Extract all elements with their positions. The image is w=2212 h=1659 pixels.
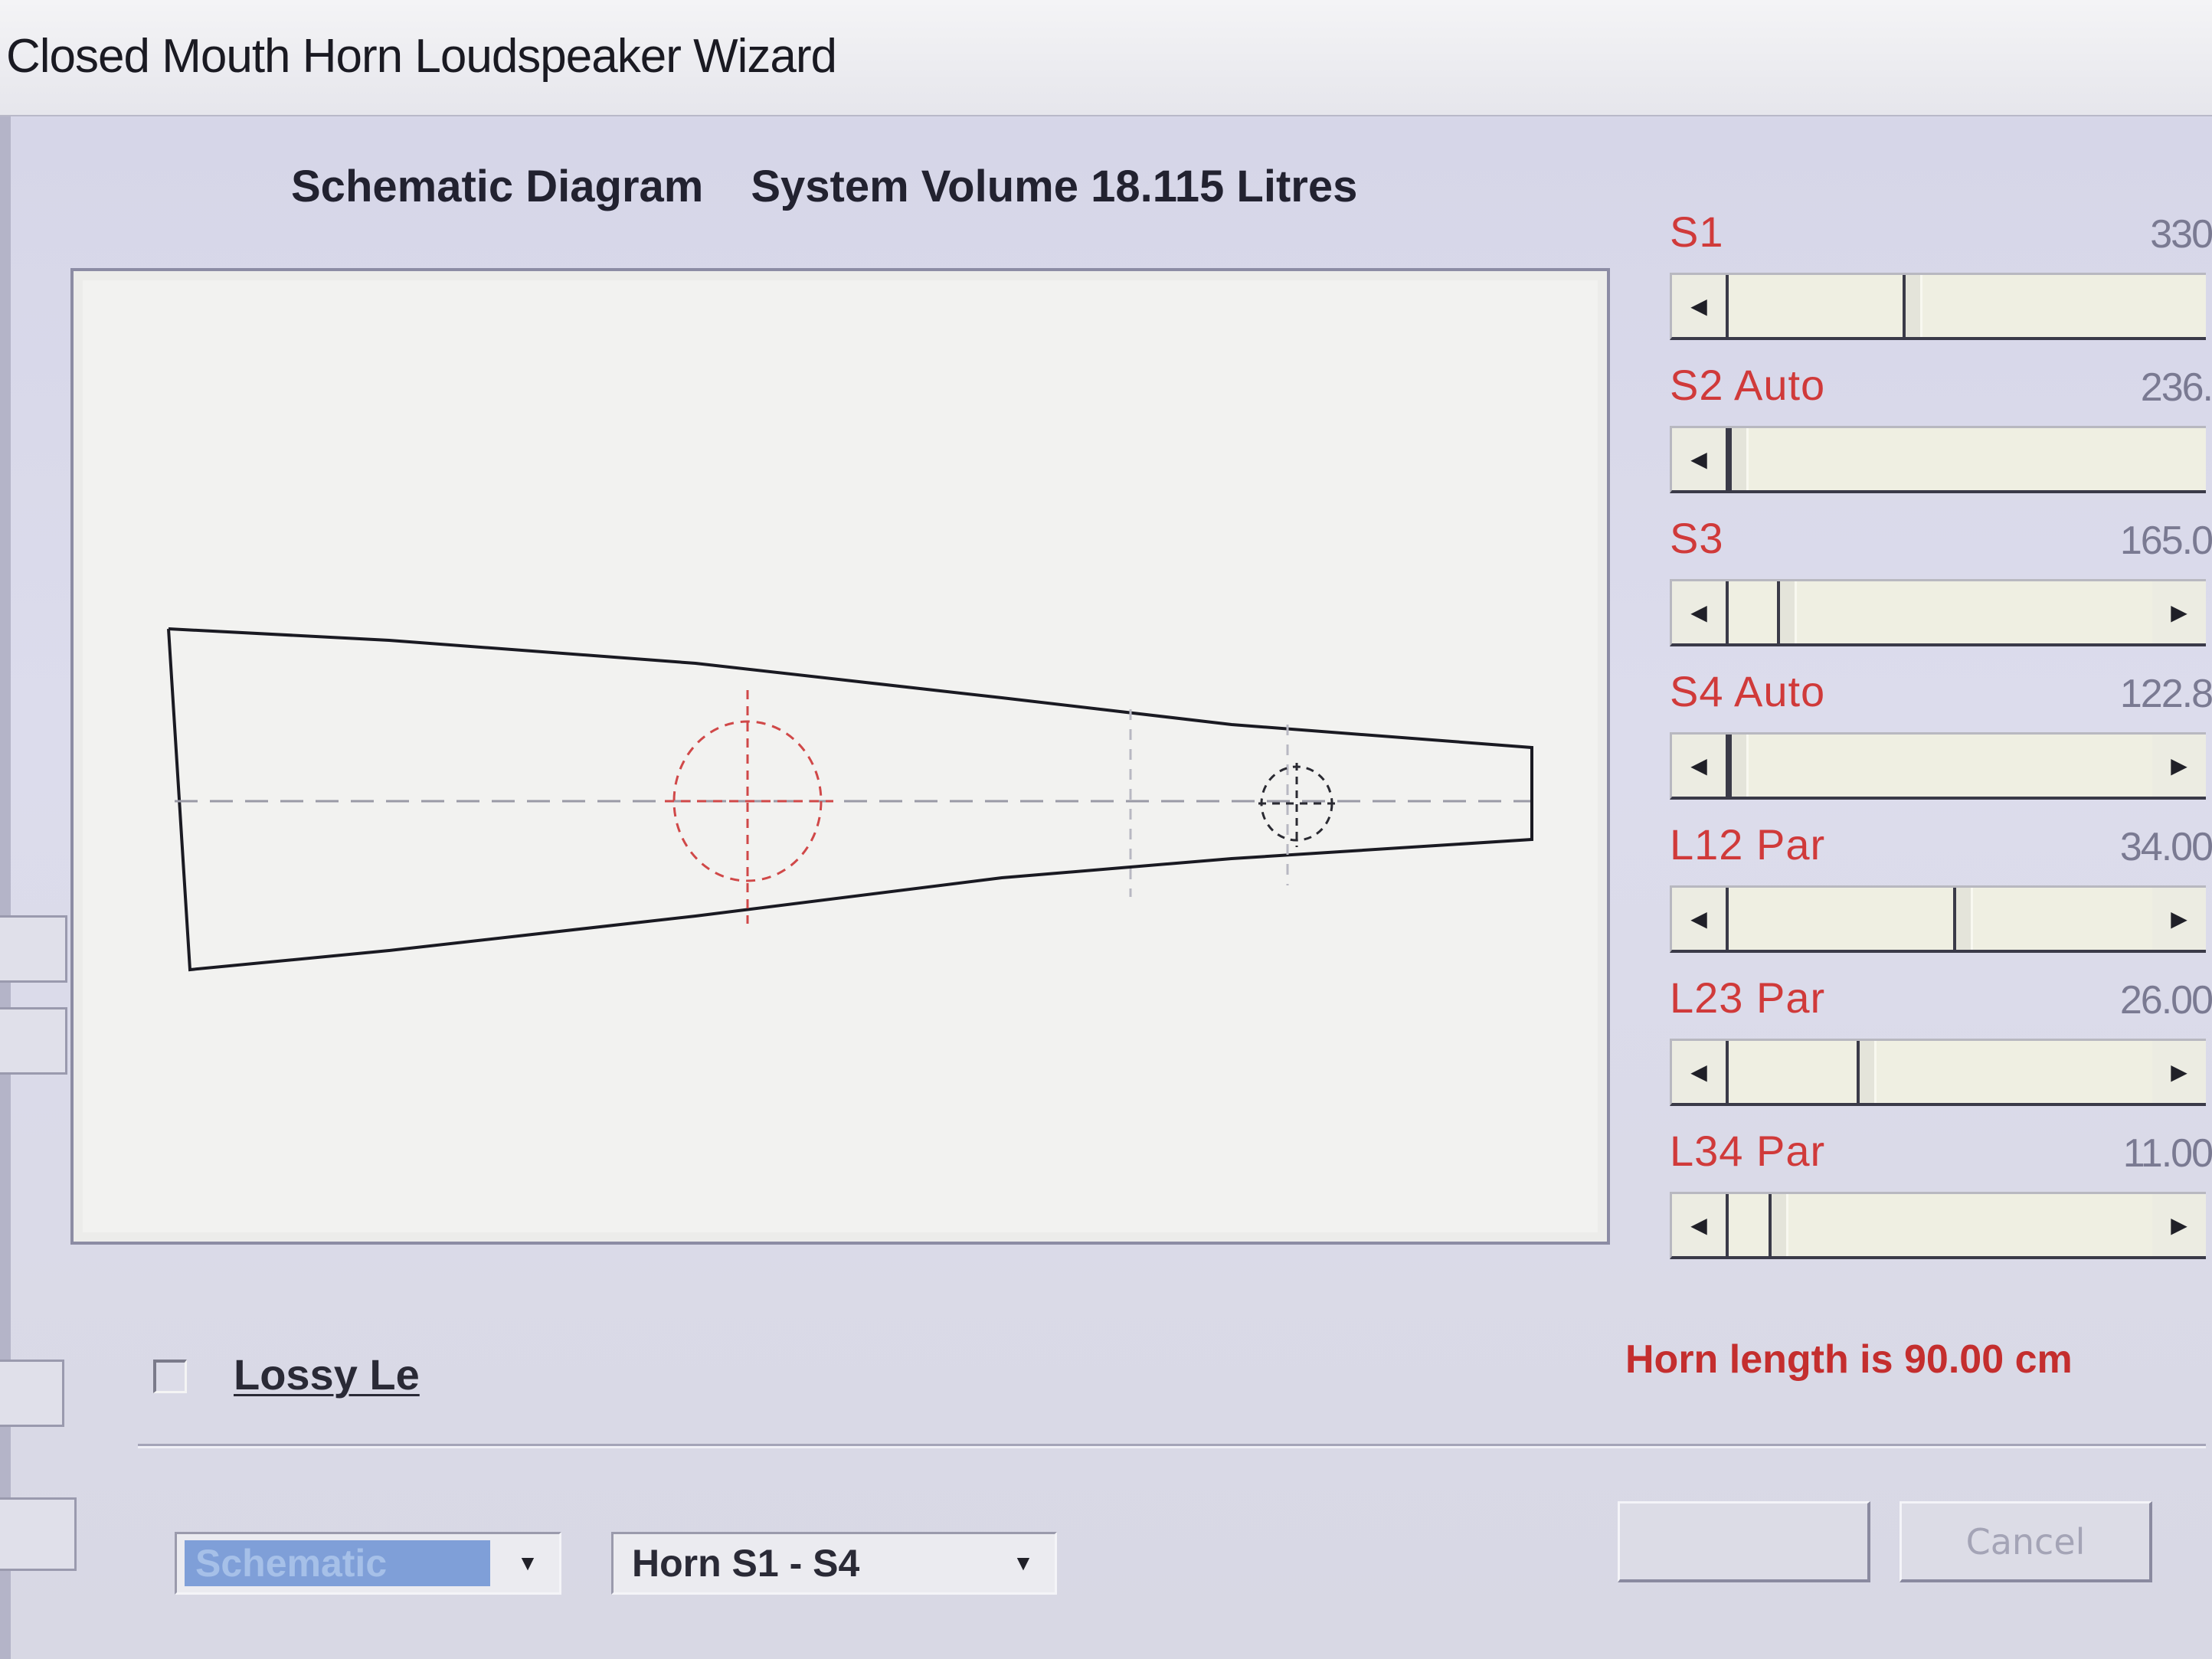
title-bar: Closed Mouth Horn Loudspeaker Wizard [0,0,2212,116]
slider-label: L12 Par [1670,820,1826,869]
parameter-slider-panel: S1 330 ◀ S2 Auto 236. ◀ S3 165.0 ◀ ▶ S4 … [1624,191,2212,1264]
slider-value: 236. [2140,365,2212,410]
offscreen-control [0,1007,67,1075]
horn-length-status: Horn length is 90.00 cm [1625,1337,2073,1382]
cancel-button[interactable]: Cancel [1900,1501,2152,1582]
slider-value: 26.00 [2119,978,2212,1023]
offscreen-control [0,1497,77,1571]
driver-marker [665,690,833,924]
slider-label: L23 Par [1670,973,1826,1022]
slider-thumb[interactable] [1729,428,1749,490]
triangle-left-icon[interactable]: ◀ [1672,1194,1729,1256]
triangle-down-icon[interactable]: ▼ [996,1539,1050,1588]
slider-thumb[interactable] [1952,888,1973,950]
slider-row-s1: S1 330 ◀ [1624,191,2212,345]
left-edge [0,116,11,1659]
schematic-canvas [83,280,1598,1232]
lossy-checkbox[interactable] [153,1360,187,1393]
horn-section-select-value: Horn S1 - S4 [632,1542,860,1585]
slider-label: S3 [1670,514,1724,562]
slider-label: S2 Auto [1670,361,1826,409]
l34-slider[interactable]: ◀ ▶ [1670,1192,2206,1259]
s3-slider[interactable]: ◀ ▶ [1670,579,2206,646]
slider-value: 122.8 [2119,672,2212,716]
slider-value: 330 [2150,212,2212,257]
s2-slider[interactable]: ◀ [1670,426,2206,493]
s4-slider[interactable]: ◀ ▶ [1670,732,2206,800]
horn-section-select[interactable]: Horn S1 - S4 ▼ [611,1532,1057,1595]
slider-thumb[interactable] [1729,735,1749,797]
schematic-diagram-frame [70,268,1610,1245]
triangle-down-icon[interactable]: ▼ [501,1539,555,1588]
offscreen-control [0,915,67,983]
l23-slider[interactable]: ◀ ▶ [1670,1039,2206,1106]
view-select-value: Schematic [185,1540,490,1586]
triangle-left-icon[interactable]: ◀ [1672,888,1729,950]
slider-label: S1 [1670,208,1724,256]
port-marker [1258,763,1336,847]
slider-row-l23: L23 Par 26.00 ◀ ▶ [1624,957,2212,1111]
horn-outline [167,627,1533,972]
slider-thumb[interactable] [1902,275,1922,337]
lossy-checkbox-label[interactable]: Lossy Le [234,1350,420,1399]
triangle-left-icon[interactable]: ◀ [1672,581,1729,643]
l12-slider[interactable]: ◀ ▶ [1670,885,2206,953]
slider-label: L34 Par [1670,1127,1826,1175]
slider-thumb[interactable] [1857,1041,1877,1103]
diagram-heading: Schematic Diagram System Volume 18.115 Li… [291,161,1357,212]
triangle-left-icon[interactable]: ◀ [1672,275,1729,337]
triangle-right-icon[interactable]: ▶ [2152,888,2206,950]
section-divider-line [138,1444,2206,1448]
horn-schematic [167,627,1533,972]
triangle-left-icon[interactable]: ◀ [1672,428,1729,490]
triangle-left-icon[interactable]: ◀ [1672,735,1729,797]
triangle-right-icon[interactable]: ▶ [2152,581,2206,643]
triangle-right-icon[interactable]: ▶ [2152,1041,2206,1103]
slider-row-s4: S4 Auto 122.8 ◀ ▶ [1624,651,2212,804]
slider-value: 34.00 [2119,825,2212,869]
s1-slider[interactable]: ◀ [1670,273,2206,340]
slider-row-s3: S3 165.0 ◀ ▶ [1624,498,2212,651]
slider-value: 165.0 [2119,519,2212,563]
slider-value: 11.00 [2122,1131,2212,1176]
slider-thumb[interactable] [1769,1194,1789,1256]
triangle-right-icon[interactable]: ▶ [2152,1194,2206,1256]
view-select[interactable]: Schematic ▼ [175,1532,561,1595]
offscreen-control [0,1360,64,1427]
system-volume-label: System Volume 18.115 Litres [751,162,1358,211]
slider-label: S4 Auto [1670,667,1826,715]
slider-thumb[interactable] [1776,581,1797,643]
ok-button[interactable] [1618,1501,1870,1582]
triangle-right-icon[interactable]: ▶ [2152,735,2206,797]
wizard-window: Closed Mouth Horn Loudspeaker Wizard Sch… [0,0,2212,1659]
diagram-title: Schematic Diagram [291,162,704,211]
slider-row-l34: L34 Par 11.00 ◀ ▶ [1624,1111,2212,1264]
slider-row-l12: L12 Par 34.00 ◀ ▶ [1624,804,2212,957]
triangle-left-icon[interactable]: ◀ [1672,1041,1729,1103]
window-title: Closed Mouth Horn Loudspeaker Wizard [6,30,837,83]
slider-row-s2: S2 Auto 236. ◀ [1624,345,2212,498]
